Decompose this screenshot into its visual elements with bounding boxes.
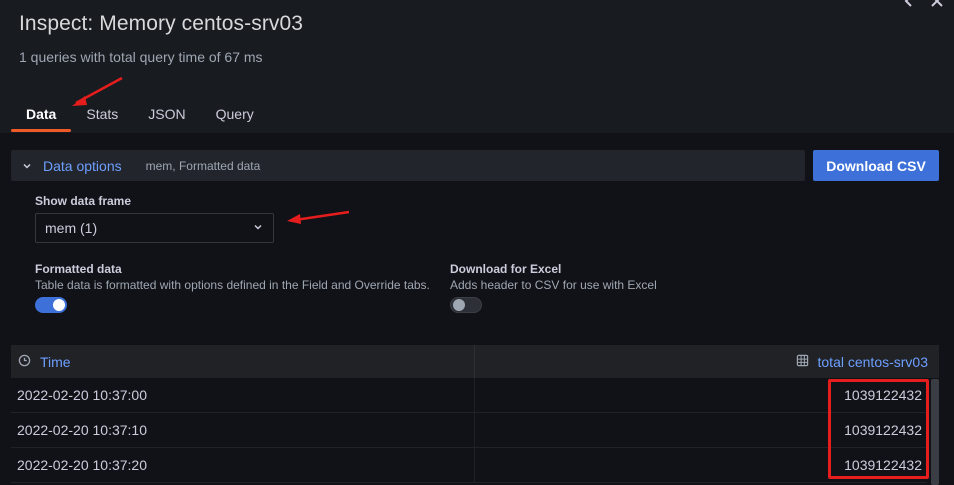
table-scrollbar[interactable] bbox=[931, 379, 939, 485]
chevron-down-icon bbox=[21, 160, 33, 172]
chevron-down-icon bbox=[253, 219, 263, 237]
column-header-time[interactable]: Time bbox=[18, 354, 71, 370]
data-frame-select-value: mem (1) bbox=[45, 220, 98, 236]
tab-stats[interactable]: Stats bbox=[71, 99, 133, 132]
column-divider bbox=[474, 448, 475, 482]
table-row: 2022-02-20 10:37:00 1039122432 bbox=[11, 378, 927, 413]
download-excel-desc: Adds header to CSV for use with Excel bbox=[450, 278, 657, 292]
cell-time: 2022-02-20 10:37:00 bbox=[17, 387, 147, 403]
table-header: Time total centos-srv03 bbox=[11, 345, 939, 378]
column-header-total[interactable]: total centos-srv03 bbox=[796, 354, 929, 370]
column-header-total-label: total centos-srv03 bbox=[817, 354, 929, 370]
close-icon[interactable] bbox=[930, 0, 944, 13]
page-title: Inspect: Memory centos-srv03 bbox=[19, 12, 304, 35]
cell-value: 1039122432 bbox=[844, 457, 922, 473]
data-options-summary: mem, Formatted data bbox=[145, 158, 261, 173]
formatted-data-desc: Table data is formatted with options def… bbox=[35, 278, 430, 292]
column-divider bbox=[474, 345, 475, 378]
show-data-frame-label: Show data frame bbox=[35, 194, 132, 208]
table-grid-icon bbox=[796, 354, 809, 370]
clock-icon bbox=[18, 354, 31, 370]
tab-json[interactable]: JSON bbox=[133, 99, 200, 132]
data-options-label: Data options bbox=[43, 157, 122, 174]
cell-time: 2022-02-20 10:37:20 bbox=[17, 457, 147, 473]
cell-value: 1039122432 bbox=[844, 387, 922, 403]
toggle-knob bbox=[453, 299, 465, 311]
data-options-header[interactable]: Data options mem, Formatted data bbox=[11, 150, 805, 181]
column-divider bbox=[474, 413, 475, 447]
toggle-knob bbox=[53, 299, 65, 311]
chevron-left-icon[interactable] bbox=[902, 0, 916, 13]
page-subtitle: 1 queries with total query time of 67 ms bbox=[19, 49, 263, 65]
tab-query[interactable]: Query bbox=[201, 99, 269, 132]
download-excel-toggle[interactable] bbox=[450, 297, 482, 313]
column-divider bbox=[474, 378, 475, 412]
formatted-data-label: Formatted data bbox=[35, 262, 122, 276]
cell-value: 1039122432 bbox=[844, 422, 922, 438]
download-csv-button[interactable]: Download CSV bbox=[813, 150, 939, 181]
column-header-time-label: Time bbox=[40, 354, 71, 370]
inspector-tabs: Data Stats JSON Query bbox=[11, 99, 269, 132]
table-row: 2022-02-20 10:37:10 1039122432 bbox=[11, 413, 927, 448]
formatted-data-toggle[interactable] bbox=[35, 297, 67, 313]
cell-time: 2022-02-20 10:37:10 bbox=[17, 422, 147, 438]
window-controls bbox=[902, 0, 944, 13]
table-row: 2022-02-20 10:37:20 1039122432 bbox=[11, 448, 927, 483]
download-excel-label: Download for Excel bbox=[450, 262, 562, 276]
data-frame-select[interactable]: mem (1) bbox=[35, 213, 274, 243]
tab-data[interactable]: Data bbox=[11, 99, 72, 132]
